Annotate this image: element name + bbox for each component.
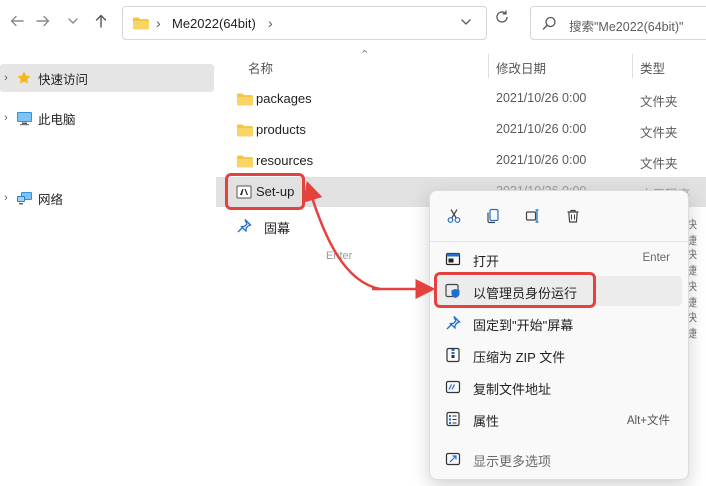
menu-item-shortcut: Alt+文件 [626, 415, 670, 427]
menu-item-shortcut: Enter [642, 252, 671, 264]
file-date: 2021/10/26 0:00 [496, 153, 587, 167]
column-header-type[interactable]: 类型 [640, 58, 665, 77]
chevron-down-icon[interactable] [460, 15, 472, 32]
sidebar-item-network[interactable]: › 网络 [0, 184, 214, 212]
copy-path-icon [445, 379, 461, 395]
sidebar-item-label: 此电脑 [38, 112, 76, 127]
chevron-right-icon: › [156, 15, 161, 31]
menu-divider [430, 241, 688, 242]
file-name: packages [256, 91, 312, 106]
ghost-side-label: 快捷 [686, 219, 697, 247]
properties-icon [445, 411, 461, 427]
column-divider[interactable] [488, 54, 489, 78]
file-type: 文件夹 [640, 157, 678, 171]
folder-icon [236, 154, 254, 172]
menu-item-label: 压缩为 ZIP 文件 [473, 350, 566, 365]
menu-item-open[interactable]: 打开 Enter [436, 244, 682, 274]
menu-item-label: 属性 [473, 414, 500, 429]
menu-item-properties[interactable]: 属性 Alt+文件 [436, 404, 682, 434]
list-item[interactable]: resources 2021/10/26 0:00 文件夹 [216, 146, 706, 176]
up-button[interactable] [88, 9, 114, 35]
refresh-button[interactable] [494, 9, 510, 28]
rename-button[interactable] [519, 203, 547, 231]
annotation-highlight-run-as-admin [434, 272, 596, 308]
menu-item-label: 固定到"开始"屏幕 [473, 318, 574, 333]
cut-icon [446, 208, 462, 227]
arrow-right-icon [35, 13, 51, 32]
ghost-pin-label: 固幕 [264, 221, 291, 236]
breadcrumb[interactable]: Me2022(64bit) [172, 16, 256, 31]
menu-item-pin-to-start[interactable]: 固定到"开始"屏幕 [436, 308, 682, 338]
ghost-side-label: 快捷 [686, 249, 697, 277]
list-item[interactable]: packages 2021/10/26 0:00 文件夹 [216, 84, 706, 114]
menu-item-more-options[interactable]: 显示更多选项 [436, 444, 682, 474]
zip-icon [445, 347, 461, 363]
copy-button[interactable] [479, 203, 507, 231]
sidebar-item-label: 网络 [38, 192, 64, 207]
forward-button[interactable] [30, 9, 56, 35]
chevron-right-icon[interactable]: › [268, 15, 273, 31]
column-header-modified[interactable]: 修改日期 [496, 58, 546, 77]
folder-icon [132, 16, 150, 34]
open-icon [445, 251, 461, 267]
delete-button[interactable] [559, 203, 587, 231]
menu-item-label: 复制文件地址 [473, 382, 552, 397]
rename-icon [525, 208, 541, 227]
arrow-up-icon [93, 13, 109, 32]
file-type: 文件夹 [640, 126, 678, 140]
menu-item-label: 显示更多选项 [473, 454, 552, 469]
chevron-down-icon [67, 15, 79, 30]
folder-icon [236, 123, 254, 141]
menu-item-compress-zip[interactable]: 压缩为 ZIP 文件 [436, 340, 682, 370]
more-options-icon [445, 451, 461, 467]
recent-dropdown-button[interactable] [60, 9, 86, 35]
file-name: resources [256, 153, 314, 168]
back-button[interactable] [4, 9, 30, 35]
file-name: products [256, 122, 306, 137]
ghost-enter-label: Enter [326, 250, 353, 262]
chevron-right-icon[interactable]: › [0, 192, 12, 204]
sort-ascending-icon: ⌃ [360, 49, 370, 61]
sidebar-item-quick-access[interactable]: › 快速访问 [0, 64, 214, 92]
ghost-side-label: 快捷 [686, 281, 697, 309]
cut-button[interactable] [440, 203, 468, 231]
annotation-highlight-setup [225, 173, 305, 210]
chevron-right-icon[interactable]: › [0, 72, 12, 84]
folder-icon [236, 92, 254, 110]
arrow-left-icon [9, 13, 25, 32]
address-bar[interactable]: › Me2022(64bit) › [122, 6, 487, 40]
navigation-bar: › Me2022(64bit) › 搜索"Me2022(64bit)" [0, 0, 706, 46]
menu-item-label: 打开 [473, 254, 500, 269]
column-header-name[interactable]: 名称 [248, 58, 273, 77]
copy-icon [485, 208, 501, 227]
ghost-side-label: 快捷 [686, 312, 697, 340]
search-placeholder: 搜索"Me2022(64bit)" [569, 20, 684, 34]
sidebar-item-label: 快速访问 [38, 72, 89, 87]
column-divider[interactable] [632, 54, 633, 78]
list-item[interactable]: products 2021/10/26 0:00 文件夹 [216, 115, 706, 145]
navigation-pane: › 快速访问 › 此电脑 › 网络 [0, 48, 215, 486]
file-type: 文件夹 [640, 95, 678, 109]
delete-icon [565, 208, 581, 227]
refresh-icon [494, 10, 510, 28]
network-icon [15, 189, 33, 207]
pin-icon [445, 315, 461, 331]
search-icon [542, 16, 557, 34]
computer-icon [15, 109, 33, 127]
search-box[interactable]: 搜索"Me2022(64bit)" [530, 6, 706, 40]
pin-icon [236, 218, 252, 237]
sidebar-item-this-pc[interactable]: › 此电脑 [0, 104, 214, 132]
menu-item-copy-path[interactable]: 复制文件地址 [436, 372, 682, 402]
file-date: 2021/10/26 0:00 [496, 122, 587, 136]
chevron-right-icon[interactable]: › [0, 112, 12, 124]
file-date: 2021/10/26 0:00 [496, 91, 587, 105]
star-icon [15, 69, 33, 87]
context-menu: 打开 Enter 以管理员身份运行 固定到"开始"屏幕 压缩为 ZIP 文件 复… [429, 190, 689, 480]
